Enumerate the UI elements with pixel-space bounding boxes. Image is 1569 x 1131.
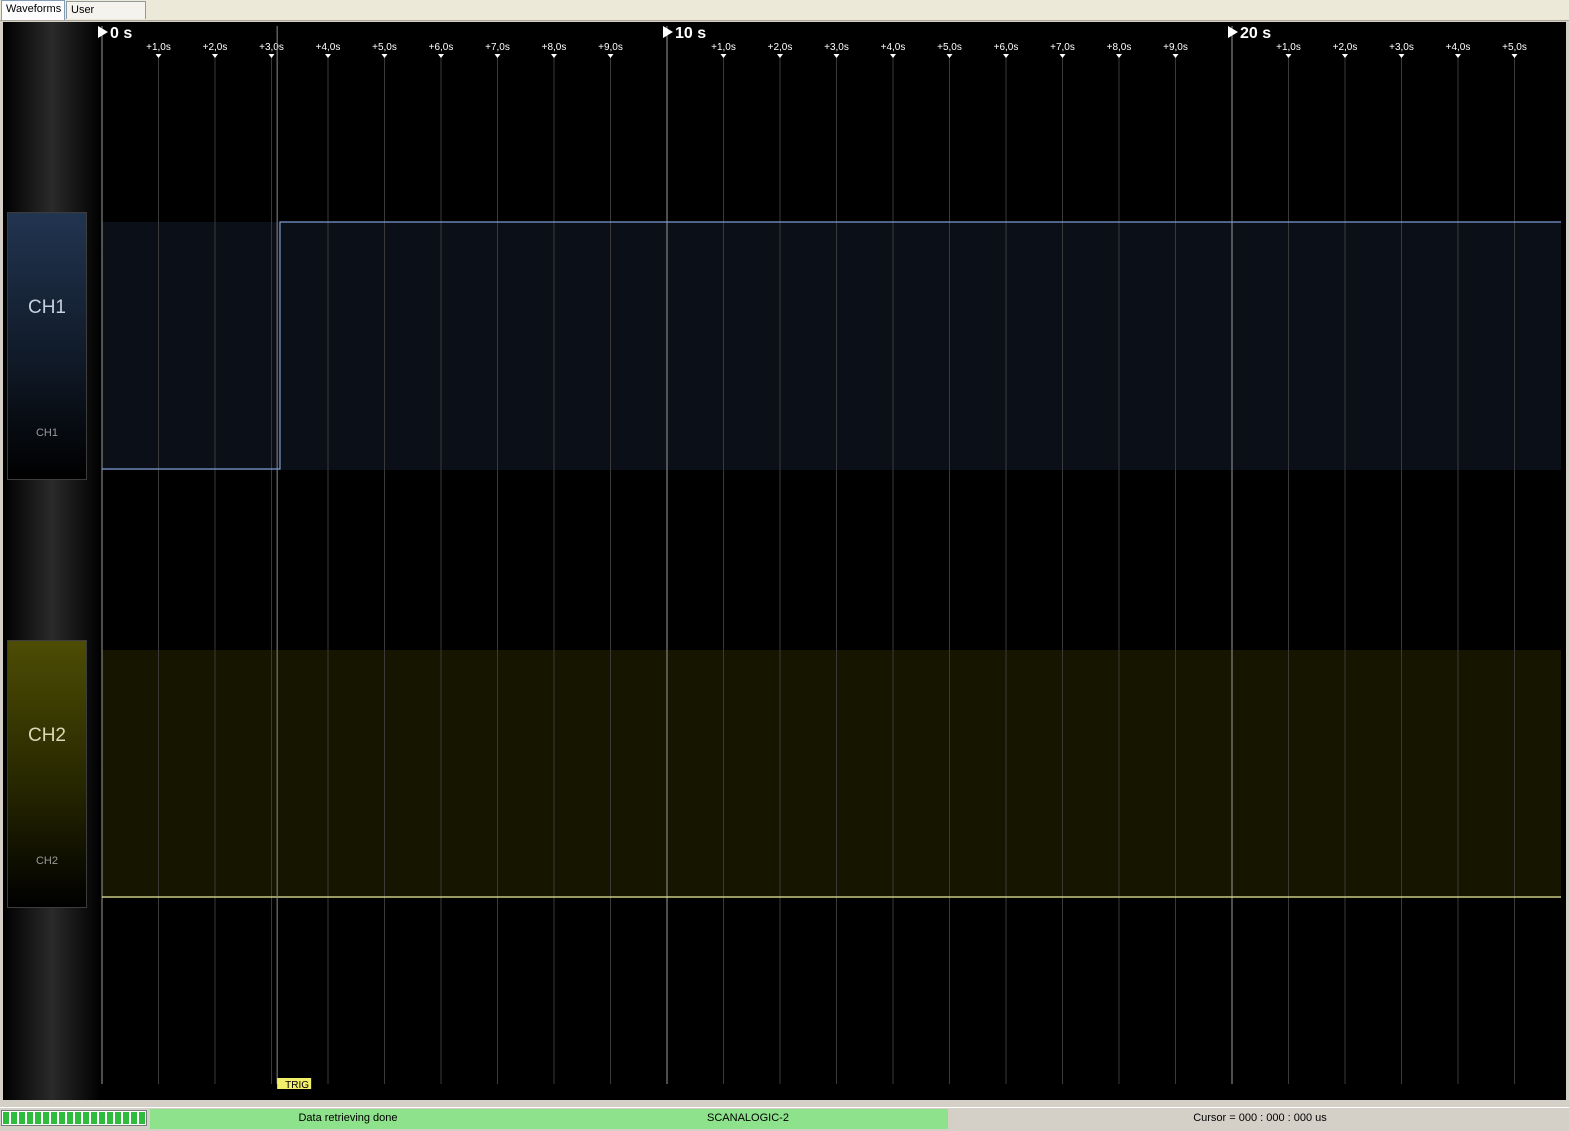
waveform-plot[interactable]: +1,0s +2,0s +3,0s +4,0s +5,0s +6,0s +7,0s +8,0s…: [3, 22, 1566, 1100]
tick-marker: [1059, 54, 1066, 58]
minor-tick-label: +4,0s: [316, 42, 341, 53]
tick-marker: [890, 54, 896, 58]
tick-marker: [607, 54, 614, 58]
progress-fill: [3, 1112, 145, 1124]
tick-marker: [268, 54, 275, 58]
major-tick-marker: [98, 26, 108, 38]
ch1-band: [102, 222, 1561, 470]
tick-marker: [438, 54, 444, 58]
minor-tick-label: +3,0s: [259, 42, 284, 53]
minor-tick-label: +2,0s: [768, 42, 793, 53]
minor-tick-label: +2,0s: [203, 42, 228, 53]
tick-marker: [946, 54, 953, 58]
status-bar: Data retrieving done SCANALOGIC-2 Cursor…: [0, 1107, 1569, 1131]
tick-marker: [1455, 54, 1461, 58]
progress-bar: [1, 1110, 147, 1126]
trigger-marker: TRIG: [277, 1078, 312, 1091]
cursor-readout-text: Cursor = 000 : 000 : 000 us: [1193, 1112, 1327, 1124]
tick-marker: [1285, 54, 1292, 58]
tick-marker: [494, 54, 501, 58]
tick-marker: [833, 54, 840, 58]
tab-strip: Waveforms User comments: [0, 0, 1569, 33]
tick-marker: [212, 54, 218, 58]
minor-tick-label: +1,0s: [146, 42, 171, 53]
waveform-view[interactable]: CH1 CH1 CH2 CH2 +1,0s +2,0s +3,0s +4,0s +5,0…: [3, 22, 1566, 1100]
minor-tick-label: +5,0s: [937, 42, 962, 53]
minor-tick-label: +6,0s: [994, 42, 1019, 53]
tick-marker: [551, 54, 557, 58]
tick-marker: [381, 54, 388, 58]
minor-tick-label: +5,0s: [1502, 42, 1527, 53]
minor-tick-label: +8,0s: [1107, 42, 1132, 53]
minor-tick-label: +3,0s: [824, 42, 849, 53]
tab-user-comments[interactable]: User comments: [66, 1, 146, 33]
minor-tick-label: +1,0s: [1276, 42, 1301, 53]
major-tick-label: 20 s: [1240, 25, 1271, 42]
minor-tick-label: +7,0s: [485, 42, 510, 53]
major-tick-marker: [663, 26, 673, 38]
major-tick-label: 0 s: [110, 25, 132, 42]
cursor-readout: Cursor = 000 : 000 : 000 us: [950, 1109, 1567, 1129]
major-tick-marker: [1228, 26, 1238, 38]
tick-marker: [1116, 54, 1122, 58]
minor-tick-label: +4,0s: [1446, 42, 1471, 53]
ch2-band: [102, 650, 1561, 898]
minor-tick-label: +4,0s: [881, 42, 906, 53]
status-message: Data retrieving done: [298, 1112, 398, 1124]
major-tick-label: 10 s: [675, 25, 706, 42]
minor-tick-label: +6,0s: [429, 42, 454, 53]
tick-marker: [720, 54, 727, 58]
tick-marker: [1511, 54, 1518, 58]
tick-marker: [1342, 54, 1348, 58]
tick-marker: [325, 54, 331, 58]
minor-tick-label: +7,0s: [1050, 42, 1075, 53]
tick-marker: [777, 54, 783, 58]
device-name: SCANALOGIC-2: [707, 1112, 789, 1124]
tick-marker: [1172, 54, 1179, 58]
minor-tick-label: +8,0s: [542, 42, 567, 53]
minor-tick-label: +2,0s: [1333, 42, 1358, 53]
minor-tick-label: +3,0s: [1389, 42, 1414, 53]
minor-tick-label: +9,0s: [1163, 42, 1188, 53]
minor-tick-label: +5,0s: [372, 42, 397, 53]
tab-waveforms[interactable]: Waveforms: [1, 0, 65, 20]
trigger-label: TRIG: [285, 1080, 309, 1091]
tick-marker: [155, 54, 162, 58]
tick-marker: [1003, 54, 1009, 58]
tick-marker: [1398, 54, 1405, 58]
minor-tick-label: +9,0s: [598, 42, 623, 53]
minor-tick-label: +1,0s: [711, 42, 736, 53]
